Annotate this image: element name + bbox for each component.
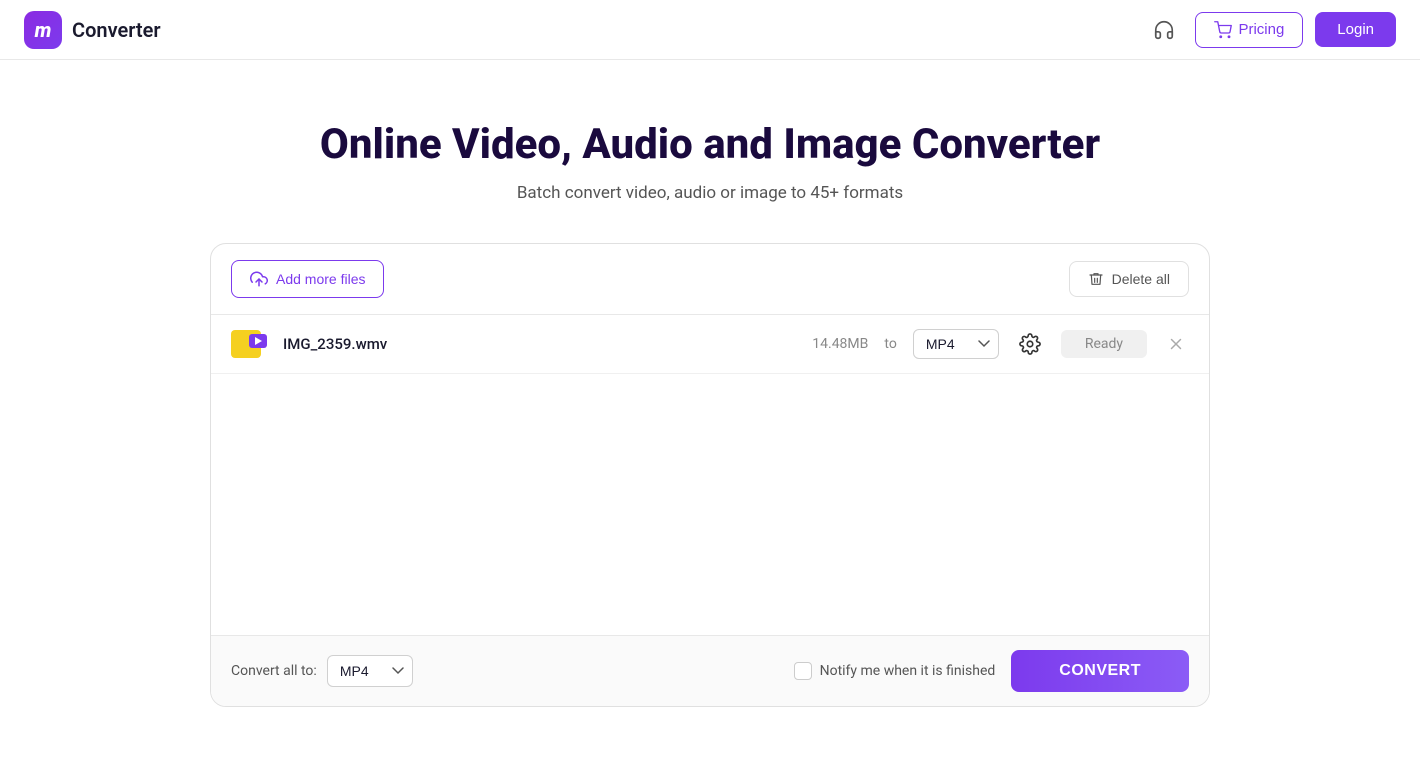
main-content: Online Video, Audio and Image Converter … <box>0 60 1420 731</box>
converter-toolbar: Add more files Delete all <box>211 244 1209 315</box>
delete-all-button[interactable]: Delete all <box>1069 261 1189 297</box>
add-files-button[interactable]: Add more files <box>231 260 384 298</box>
header-left: m Converter <box>24 11 161 49</box>
footer-right: Notify me when it is finished CONVERT <box>794 650 1189 692</box>
file-name: IMG_2359.wmv <box>283 335 796 353</box>
convert-all-format-select[interactable]: MP4 MP3 AVI MOV MKV WEBM FLV WMV M4V OGG <box>327 655 413 687</box>
header-right: Pricing Login <box>1145 11 1396 49</box>
close-icon <box>1167 335 1185 353</box>
logo-icon: m <box>24 11 62 49</box>
file-format-select[interactable]: MP4 MP3 AVI MOV MKV WEBM FLV WMV M4V OGG <box>913 329 999 359</box>
footer-left: Convert all to: MP4 MP3 AVI MOV MKV WEBM… <box>231 655 413 687</box>
file-size: 14.48MB <box>812 336 868 352</box>
file-settings-button[interactable] <box>1015 329 1045 359</box>
cart-icon <box>1214 21 1232 39</box>
pricing-button[interactable]: Pricing <box>1195 12 1303 48</box>
hero-title: Online Video, Audio and Image Converter <box>320 120 1100 169</box>
support-button[interactable] <box>1145 11 1183 49</box>
convert-button[interactable]: CONVERT <box>1011 650 1189 692</box>
gear-icon <box>1019 333 1041 355</box>
app-title: Converter <box>72 18 161 42</box>
header: m Converter Pricing Login <box>0 0 1420 60</box>
file-thumbnail <box>231 330 267 358</box>
login-button[interactable]: Login <box>1315 12 1396 47</box>
to-label: to <box>884 336 896 352</box>
file-list: IMG_2359.wmv 14.48MB to MP4 MP3 AVI MOV … <box>211 315 1209 635</box>
converter-footer: Convert all to: MP4 MP3 AVI MOV MKV WEBM… <box>211 635 1209 706</box>
status-badge: Ready <box>1061 330 1147 358</box>
notify-label[interactable]: Notify me when it is finished <box>794 662 996 680</box>
hero-subtitle: Batch convert video, audio or image to 4… <box>517 183 903 203</box>
headset-icon <box>1153 19 1175 41</box>
remove-file-button[interactable] <box>1163 331 1189 357</box>
converter-box: Add more files Delete all <box>210 243 1210 707</box>
thumb-play-icon <box>249 334 267 348</box>
upload-icon <box>250 270 268 288</box>
notify-checkbox[interactable] <box>794 662 812 680</box>
table-row: IMG_2359.wmv 14.48MB to MP4 MP3 AVI MOV … <box>211 315 1209 374</box>
convert-all-label: Convert all to: <box>231 663 317 679</box>
trash-icon <box>1088 271 1104 287</box>
